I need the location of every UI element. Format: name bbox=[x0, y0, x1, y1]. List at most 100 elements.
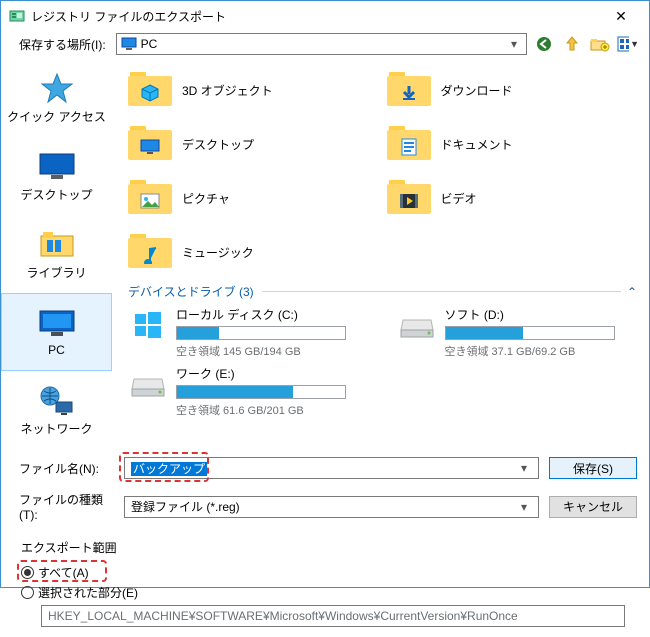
place-label: ライブラリ bbox=[26, 264, 86, 281]
radio-all[interactable]: すべて(A) bbox=[21, 564, 629, 581]
document-icon bbox=[399, 138, 419, 156]
export-range-legend: エクスポート範囲 bbox=[17, 539, 121, 556]
radio-selected[interactable]: 選択された部分(E) bbox=[21, 584, 629, 601]
main-content: 3D オブジェクト ダウンロード デスクトップ bbox=[112, 59, 649, 449]
devices-header[interactable]: デバイスとドライブ (3) ⌃ bbox=[128, 283, 645, 300]
desktop-icon bbox=[37, 150, 77, 182]
drive-usage-bar bbox=[445, 326, 615, 340]
folder-label: ダウンロード bbox=[441, 82, 513, 99]
chevron-up-icon: ⌃ bbox=[627, 285, 637, 299]
cube-icon bbox=[140, 84, 160, 102]
video-icon bbox=[399, 192, 419, 210]
drive-icon bbox=[397, 306, 437, 340]
cancel-button[interactable]: キャンセル bbox=[549, 496, 637, 518]
drive-free-text: 空き領域 145 GB/194 GB bbox=[176, 343, 377, 359]
drive-item[interactable]: ローカル ディスク (C:) 空き領域 145 GB/194 GB bbox=[128, 306, 377, 359]
radio-selected-label: 選択された部分(E) bbox=[38, 584, 138, 601]
folder-icon bbox=[128, 70, 172, 110]
chevron-down-icon: ▼ bbox=[630, 39, 639, 49]
place-pc[interactable]: PC bbox=[1, 293, 112, 371]
folder-videos[interactable]: ビデオ bbox=[387, 175, 646, 221]
place-label: デスクトップ bbox=[20, 186, 92, 203]
filename-input[interactable]: バックアップ ▾ bbox=[124, 457, 539, 479]
folder-label: ビデオ bbox=[441, 190, 477, 207]
folder-music[interactable]: ミュージック bbox=[128, 229, 387, 275]
place-label: ネットワーク bbox=[20, 420, 92, 437]
radio-all-label: すべて(A) bbox=[38, 564, 89, 581]
view-menu-button[interactable]: ▼ bbox=[617, 33, 639, 55]
chevron-down-icon: ▾ bbox=[516, 461, 532, 475]
filename-row: ファイル名(N): バックアップ ▾ 保存(S) bbox=[1, 449, 649, 483]
filetype-label: ファイルの種類(T): bbox=[19, 491, 114, 522]
drive-name: ソフト (D:) bbox=[445, 306, 646, 323]
filetype-row: ファイルの種類(T): 登録ファイル (*.reg) ▾ キャンセル bbox=[1, 483, 649, 526]
folder-icon bbox=[387, 178, 431, 218]
folder-desktop[interactable]: デスクトップ bbox=[128, 121, 387, 167]
chevron-down-icon: ▾ bbox=[516, 500, 532, 514]
folder-icon bbox=[128, 178, 172, 218]
regedit-icon bbox=[9, 8, 25, 24]
drive-icon bbox=[128, 365, 168, 399]
place-libraries[interactable]: ライブラリ bbox=[1, 215, 112, 293]
folder-icon bbox=[128, 124, 172, 164]
radio-icon bbox=[21, 566, 34, 579]
folder-3d-objects[interactable]: 3D オブジェクト bbox=[128, 67, 387, 113]
titlebar: レジストリ ファイルのエクスポート ✕ bbox=[1, 1, 649, 31]
drive-usage-bar bbox=[176, 385, 346, 399]
divider bbox=[262, 291, 621, 292]
place-desktop[interactable]: デスクトップ bbox=[1, 137, 112, 215]
desktop-icon bbox=[140, 138, 160, 156]
drive-name: ワーク (E:) bbox=[176, 365, 377, 382]
pc-icon bbox=[121, 37, 137, 51]
export-path-input[interactable]: HKEY_LOCAL_MACHINE¥SOFTWARE¥Microsoft¥Wi… bbox=[41, 605, 625, 627]
folder-label: ドキュメント bbox=[441, 136, 513, 153]
library-icon bbox=[37, 228, 77, 260]
up-button[interactable] bbox=[561, 33, 583, 55]
folder-icon bbox=[387, 70, 431, 110]
music-note-icon bbox=[140, 246, 160, 264]
close-button[interactable]: ✕ bbox=[601, 8, 641, 25]
back-button[interactable] bbox=[533, 33, 555, 55]
location-value: PC bbox=[141, 37, 506, 51]
filename-label: ファイル名(N): bbox=[19, 460, 114, 477]
drive-usage-bar bbox=[176, 326, 346, 340]
network-icon bbox=[37, 384, 77, 416]
location-label: 保存する場所(I): bbox=[19, 36, 106, 53]
location-combo[interactable]: PC ▾ bbox=[116, 33, 527, 55]
new-folder-button[interactable] bbox=[589, 33, 611, 55]
place-label: PC bbox=[48, 343, 65, 357]
drive-name: ローカル ディスク (C:) bbox=[176, 306, 377, 323]
drive-free-text: 空き領域 37.1 GB/69.2 GB bbox=[445, 343, 646, 359]
folder-label: 3D オブジェクト bbox=[182, 82, 273, 99]
save-button[interactable]: 保存(S) bbox=[549, 457, 637, 479]
places-bar: クイック アクセス デスクトップ ライブラリ PC ネットワーク bbox=[1, 59, 112, 449]
window-title: レジストリ ファイルのエクスポート bbox=[31, 8, 601, 25]
filetype-combo[interactable]: 登録ファイル (*.reg) ▾ bbox=[124, 496, 539, 518]
devices-title: デバイスとドライブ (3) bbox=[128, 283, 254, 300]
folder-downloads[interactable]: ダウンロード bbox=[387, 67, 646, 113]
folder-label: デスクトップ bbox=[182, 136, 254, 153]
folder-documents[interactable]: ドキュメント bbox=[387, 121, 646, 167]
folder-icon bbox=[128, 232, 172, 272]
drive-free-text: 空き領域 61.6 GB/201 GB bbox=[176, 402, 377, 418]
place-label: クイック アクセス bbox=[7, 108, 106, 125]
folder-pictures[interactable]: ピクチャ bbox=[128, 175, 387, 221]
drive-item[interactable]: ワーク (E:) 空き領域 61.6 GB/201 GB bbox=[128, 365, 377, 418]
download-arrow-icon bbox=[399, 84, 419, 102]
export-path-value: HKEY_LOCAL_MACHINE¥SOFTWARE¥Microsoft¥Wi… bbox=[48, 609, 518, 623]
chevron-down-icon: ▾ bbox=[506, 37, 522, 51]
star-icon bbox=[37, 72, 77, 104]
drive-icon bbox=[128, 306, 168, 340]
folder-label: ミュージック bbox=[182, 244, 254, 261]
folder-label: ピクチャ bbox=[182, 190, 230, 207]
drive-item[interactable]: ソフト (D:) 空き領域 37.1 GB/69.2 GB bbox=[397, 306, 646, 359]
place-network[interactable]: ネットワーク bbox=[1, 371, 112, 449]
pc-icon bbox=[37, 307, 77, 339]
folder-icon bbox=[387, 124, 431, 164]
location-row: 保存する場所(I): PC ▾ ▼ bbox=[1, 31, 649, 59]
filetype-value: 登録ファイル (*.reg) bbox=[131, 498, 516, 515]
picture-icon bbox=[140, 192, 160, 210]
place-quick-access[interactable]: クイック アクセス bbox=[1, 59, 112, 137]
filename-value: バックアップ bbox=[131, 462, 207, 476]
export-range-group: エクスポート範囲 すべて(A) 選択された部分(E) HKEY_LOCAL_MA… bbox=[11, 532, 639, 637]
